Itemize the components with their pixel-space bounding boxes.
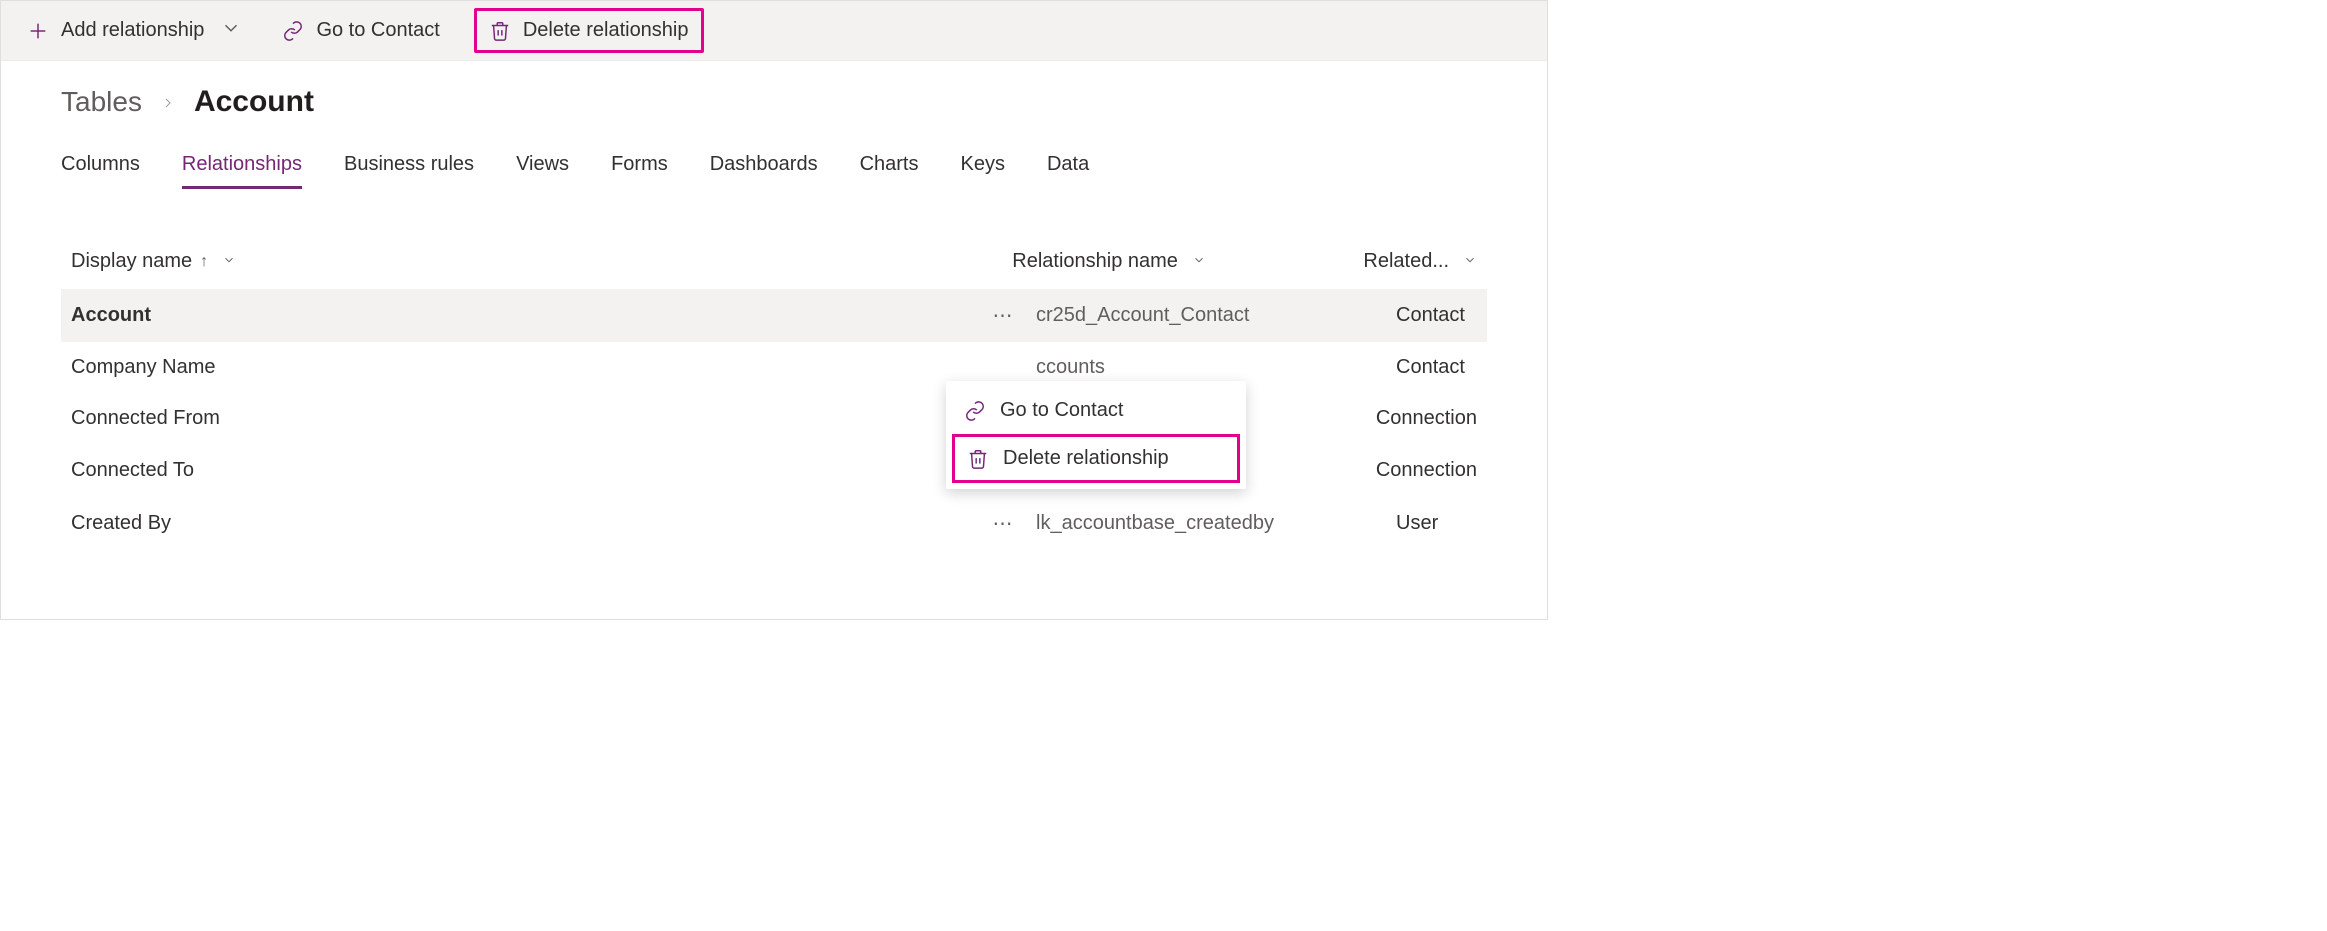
- context-delete-label: Delete relationship: [1003, 447, 1169, 470]
- sort-asc-icon: ↑: [200, 253, 208, 271]
- column-header-display-name[interactable]: Display name ↑: [71, 250, 1012, 273]
- column-header-display-name-label: Display name: [71, 250, 192, 273]
- table-header: Display name ↑ Relationship name Related…: [61, 250, 1487, 289]
- cell-related: Contact: [1396, 356, 1477, 379]
- cell-display-name: Company Name: [71, 356, 971, 379]
- chevron-down-icon: [1192, 253, 1206, 270]
- cell-relationship-name: lk_accountbase_createdby: [1036, 512, 1396, 535]
- cell-relationship-name: cr25d_Account_Contact: [1036, 304, 1396, 327]
- context-goto-label: Go to Contact: [1000, 399, 1123, 422]
- command-bar: Add relationship Go to Contact Delete re…: [1, 1, 1547, 61]
- context-delete-relationship[interactable]: Delete relationship: [952, 434, 1240, 483]
- context-goto-contact[interactable]: Go to Contact: [946, 387, 1246, 434]
- table-row[interactable]: Connected From s1 Connection: [61, 393, 1487, 444]
- column-header-related-label: Related...: [1363, 250, 1449, 273]
- goto-contact-button[interactable]: Go to Contact: [276, 15, 445, 46]
- app-frame: Add relationship Go to Contact Delete re…: [0, 0, 1548, 620]
- delete-relationship-button[interactable]: Delete relationship: [474, 8, 704, 53]
- chevron-down-icon: [220, 17, 242, 45]
- tab-keys[interactable]: Keys: [960, 153, 1004, 189]
- cell-related: User: [1396, 512, 1477, 535]
- column-header-relationship-name[interactable]: Relationship name: [1012, 250, 1363, 273]
- table-row[interactable]: Created By ⋯ lk_accountbase_createdby Us…: [61, 497, 1487, 550]
- tab-charts[interactable]: Charts: [860, 153, 919, 189]
- cell-display-name: Connected To: [71, 459, 957, 482]
- tab-forms[interactable]: Forms: [611, 153, 668, 189]
- breadcrumb-root[interactable]: Tables: [61, 86, 142, 118]
- context-menu: Go to Contact Delete relationship: [946, 381, 1246, 489]
- cell-related: Connection: [1376, 407, 1477, 430]
- plus-icon: [27, 20, 49, 42]
- goto-contact-label: Go to Contact: [316, 19, 439, 42]
- table-row[interactable]: Account ⋯ cr25d_Account_Contact Contact: [61, 289, 1487, 342]
- breadcrumb: Tables Account: [61, 85, 1487, 119]
- link-icon: [282, 20, 304, 42]
- delete-relationship-label: Delete relationship: [523, 19, 689, 42]
- tab-bar: Columns Relationships Business rules Vie…: [61, 153, 1487, 190]
- chevron-right-icon: [160, 91, 176, 117]
- chevron-down-icon: [1463, 253, 1477, 270]
- content-area: Tables Account Columns Relationships Bus…: [1, 61, 1547, 550]
- tab-dashboards[interactable]: Dashboards: [710, 153, 818, 189]
- row-more-actions[interactable]: ⋯: [971, 511, 1036, 536]
- tab-business-rules[interactable]: Business rules: [344, 153, 474, 189]
- add-relationship-label: Add relationship: [61, 19, 204, 42]
- cell-relationship-name: ccounts: [1036, 356, 1396, 379]
- trash-icon: [967, 448, 989, 470]
- trash-icon: [489, 20, 511, 42]
- cell-related: Contact: [1396, 304, 1477, 327]
- tab-relationships[interactable]: Relationships: [182, 153, 302, 189]
- add-relationship-button[interactable]: Add relationship: [21, 13, 248, 49]
- breadcrumb-current: Account: [194, 85, 314, 119]
- link-icon: [964, 400, 986, 422]
- cell-related: Connection: [1376, 459, 1477, 482]
- column-header-relationship-name-label: Relationship name: [1012, 250, 1178, 273]
- cell-display-name: Account: [71, 304, 971, 327]
- chevron-down-icon: [222, 253, 236, 270]
- table-row[interactable]: Company Name ccounts Contact: [61, 342, 1487, 393]
- row-more-actions[interactable]: ⋯: [971, 303, 1036, 328]
- column-header-related[interactable]: Related...: [1363, 250, 1477, 273]
- tab-views[interactable]: Views: [516, 153, 569, 189]
- cell-display-name: Connected From: [71, 407, 957, 430]
- cell-display-name: Created By: [71, 512, 971, 535]
- table-row[interactable]: Connected To ⋯ account_connections2 Conn…: [61, 444, 1487, 497]
- tab-data[interactable]: Data: [1047, 153, 1089, 189]
- tab-columns[interactable]: Columns: [61, 153, 140, 189]
